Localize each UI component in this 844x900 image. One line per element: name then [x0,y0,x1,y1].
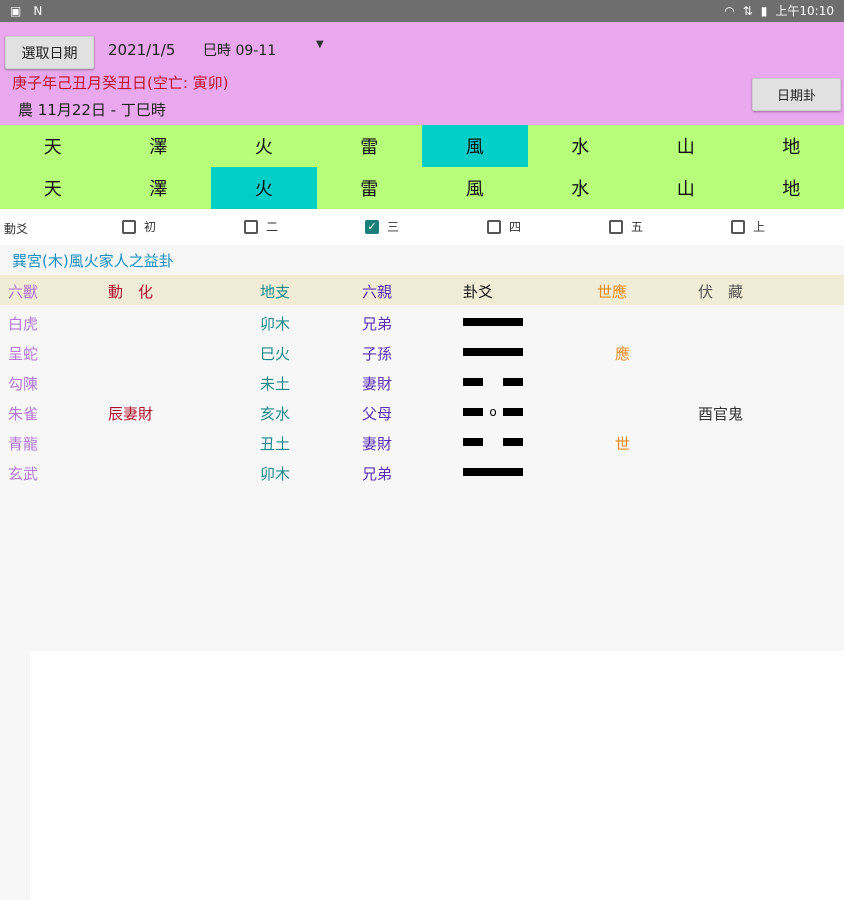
branch-cell: 卯木 [260,465,291,483]
checkbox[interactable] [122,219,136,234]
upper-trigram-5[interactable]: 水 [528,125,634,167]
upper-trigram-7[interactable]: 地 [739,125,844,167]
day-gua-button[interactable]: 日期卦 [752,78,841,111]
dropdown-arrow-icon[interactable]: ▼ [316,39,324,50]
battery-icon: ▮ [760,4,768,18]
checkbox[interactable] [244,219,258,234]
branch-cell: 丑土 [260,435,291,453]
n-icon: N [33,4,43,18]
header-change: 動 化 [108,283,154,301]
kin-cell: 子孫 [362,345,393,363]
header-kin: 六親 [362,283,393,301]
ganzhi-text: 庚子年己丑月癸丑日(空亡: 寅卯) [12,74,229,92]
lower-trigram-4[interactable]: 風 [422,167,528,209]
moving-lines-row: 動爻 初二 ✓ 三四五上 [0,209,844,245]
moving-line-option-0[interactable]: 初 [122,218,156,235]
select-date-button[interactable]: 選取日期 [5,36,94,69]
upper-trigram-1[interactable]: 澤 [106,125,212,167]
upper-trigram-2[interactable]: 火 [211,125,317,167]
beast-cell: 白虎 [8,315,39,333]
moving-line-label: 四 [509,220,522,234]
lower-trigram-row: 天澤火雷風水山地 [0,167,844,209]
beast-cell: 勾陳 [8,375,39,393]
table-row: 呈蛇 巳火 子孫 應 [0,337,844,367]
wifi-icon: ◠ [724,4,735,18]
kin-cell: 妻財 [362,375,393,393]
hidden-cell: 酉官鬼 [698,405,744,423]
date-display[interactable]: 2021/1/5 [108,41,175,59]
yin-line [463,378,523,386]
lower-trigram-7[interactable]: 地 [739,167,844,209]
lower-trigram-1[interactable]: 澤 [106,167,212,209]
lunar-date-text: 農 11月22日 - 丁巳時 [18,101,166,119]
header-shiying: 世應 [597,283,628,301]
kin-cell: 父母 [362,405,393,423]
checkbox[interactable] [609,219,623,234]
upper-trigram-0[interactable]: 天 [0,125,106,167]
lower-trigram-3[interactable]: 雷 [317,167,423,209]
checkbox[interactable]: ✓ [365,219,379,234]
signal-icon: ⇅ [742,4,753,18]
status-time: 上午10:10 [775,4,834,18]
kin-cell: 兄弟 [362,465,393,483]
image-icon: ▣ [10,4,22,18]
lower-trigram-6[interactable]: 山 [633,167,739,209]
shiying-cell: 應 [615,345,631,363]
change-cell: 辰妻財 [108,405,154,423]
old-yin-line: o [463,405,523,419]
blank-panel [30,651,844,900]
header-beast: 六獸 [8,283,39,301]
moving-line-label: 上 [753,220,766,234]
upper-trigram-6[interactable]: 山 [633,125,739,167]
moving-line-label: 二 [266,220,279,234]
beast-cell: 朱雀 [8,405,39,423]
lower-trigram-2[interactable]: 火 [211,167,317,209]
moving-line-option-5[interactable]: 上 [731,218,765,235]
table-row: 青龍 丑土 妻財 世 [0,427,844,457]
table-row: 勾陳 未土 妻財 [0,367,844,397]
moving-line-label: 五 [631,220,644,234]
yang-line [463,318,523,326]
moving-line-label: 三 [387,220,400,234]
hour-select[interactable]: 巳時 09-11 [203,40,276,60]
header-yao: 卦爻 [463,283,494,301]
shiying-cell: 世 [615,435,631,453]
header-branch: 地支 [260,283,291,301]
branch-cell: 卯木 [260,315,291,333]
table-header: 六獸 動 化 地支 六親 卦爻 世應 伏 藏 [0,275,844,305]
header-panel: 選取日期 2021/1/5 巳時 09-11 ▼ 庚子年己丑月癸丑日(空亡: 寅… [0,22,844,125]
moving-line-option-1[interactable]: 二 [244,218,278,235]
table-row: 玄武 卯木 兄弟 [0,457,844,487]
gua-title: 巽宮(木)風火家人之益卦 [12,252,174,270]
moving-line-option-3[interactable]: 四 [487,218,521,235]
kin-cell: 兄弟 [362,315,393,333]
yang-line [463,348,523,356]
beast-cell: 呈蛇 [8,345,39,363]
moving-line-label: 初 [144,220,157,234]
branch-cell: 亥水 [260,405,291,423]
table-row: 白虎 卯木 兄弟 [0,307,844,337]
beast-cell: 青龍 [8,435,39,453]
upper-trigram-3[interactable]: 雷 [317,125,423,167]
lower-trigram-5[interactable]: 水 [528,167,634,209]
beast-cell: 玄武 [8,465,39,483]
checkbox[interactable] [487,219,501,234]
branch-cell: 未土 [260,375,291,393]
upper-trigram-row: 天澤火雷風水山地 [0,125,844,167]
moving-line-option-2[interactable]: ✓ 三 [365,218,399,235]
upper-trigram-4[interactable]: 風 [422,125,528,167]
kin-cell: 妻財 [362,435,393,453]
header-hidden: 伏 藏 [698,283,744,301]
checkbox[interactable] [731,219,745,234]
moving-mark: o [489,405,497,419]
lower-trigram-0[interactable]: 天 [0,167,106,209]
yang-line [463,468,523,476]
table-row: 朱雀 辰妻財 亥水 父母 酉官鬼 o [0,397,844,427]
yin-line [463,438,523,446]
branch-cell: 巳火 [260,345,291,363]
status-bar: ▣ N ◠ ⇅ ▮ 上午10:10 [0,0,844,22]
moving-lines-label: 動爻 [4,222,29,236]
moving-line-option-4[interactable]: 五 [609,218,643,235]
